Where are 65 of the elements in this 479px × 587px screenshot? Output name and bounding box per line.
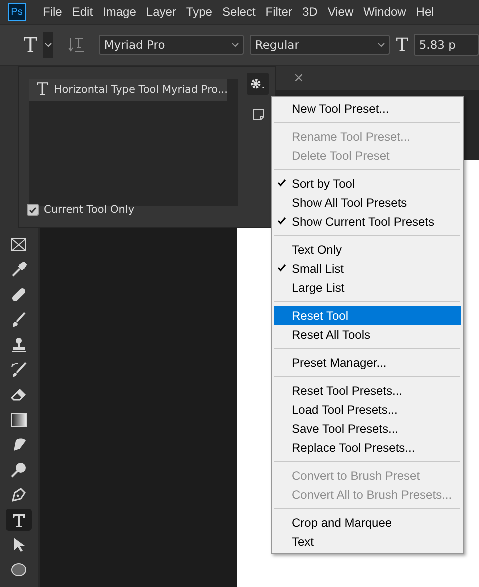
eraser-icon — [11, 388, 27, 402]
menu-item[interactable]: Type — [181, 5, 218, 19]
menu-option[interactable]: Replace Tool Presets... — [274, 438, 461, 457]
checkmark-icon — [278, 264, 286, 272]
menu-option[interactable]: Show Current Tool Presets — [274, 212, 461, 231]
menu-option[interactable]: Text Only — [274, 240, 461, 259]
menu-option[interactable]: Load Tool Presets... — [274, 400, 461, 419]
menu-item[interactable]: Image — [98, 5, 142, 19]
text-orientation-icon[interactable] — [67, 36, 86, 54]
menu-item[interactable]: Select — [217, 5, 261, 19]
current-tool-only-checkbox[interactable]: Current Tool Only — [27, 204, 135, 216]
tool-button[interactable] — [6, 509, 32, 531]
menu-option[interactable]: Save Tool Presets... — [274, 419, 461, 438]
menu-option[interactable]: Sort by Tool — [274, 174, 461, 193]
menu-item[interactable]: Layer — [141, 5, 182, 19]
menu-item[interactable]: Filter — [260, 5, 298, 19]
close-tab-button[interactable]: × — [288, 66, 310, 90]
type-tool-glyph: T — [37, 80, 48, 100]
preset-item[interactable]: T Horizontal Type Tool Myriad Pro... — [29, 79, 227, 101]
menu-option[interactable]: Small List — [274, 259, 461, 278]
chevron-icon — [232, 42, 240, 48]
dodge-icon — [11, 462, 27, 478]
menu-option[interactable]: Reset Tool — [274, 306, 461, 325]
pen-icon — [11, 487, 27, 503]
menu-option[interactable]: Reset Tool Presets... — [274, 381, 461, 400]
font-style-select[interactable]: Regular — [250, 35, 390, 55]
font-size-field[interactable]: 5.83 p — [414, 34, 479, 56]
menu-option[interactable]: New Tool Preset... — [274, 99, 461, 118]
chevron-icon — [44, 42, 52, 48]
chevron-icon — [378, 42, 386, 48]
menu-option[interactable]: Reset All Tools — [274, 325, 461, 344]
checkbox-box[interactable] — [27, 204, 39, 216]
app-logo: Ps — [8, 3, 26, 21]
menu-option[interactable]: Crop and Marquee — [274, 513, 461, 532]
menu-option[interactable]: Preset Manager... — [274, 353, 461, 372]
eyedropper-icon — [11, 262, 27, 278]
menu-option[interactable]: Text — [274, 532, 461, 551]
preset-dropdown-button[interactable] — [43, 32, 54, 58]
gradient-icon — [11, 413, 27, 427]
menu-option[interactable]: Large List — [274, 278, 461, 297]
tool-preset-picker[interactable]: T — [24, 33, 38, 57]
history-brush-icon — [11, 362, 27, 378]
menu-item[interactable]: Hel — [411, 5, 440, 19]
menu-item[interactable]: Edit — [67, 5, 98, 19]
arrow-cursor-icon — [13, 537, 25, 553]
checkmark-icon — [278, 179, 286, 187]
new-preset-icon[interactable] — [253, 109, 265, 121]
brush-icon — [11, 312, 27, 328]
menu-item[interactable]: File — [38, 5, 68, 19]
menu-item[interactable]: Window — [358, 5, 412, 19]
settings-icon — [250, 78, 266, 90]
preset-label: Horizontal Type Tool Myriad Pro... — [54, 84, 228, 96]
panel-menu-button[interactable] — [247, 73, 269, 95]
stamp-icon — [11, 337, 27, 353]
font-size-glyph: T — [396, 34, 408, 56]
checkmark-icon — [278, 217, 286, 225]
smudge-icon — [11, 437, 27, 453]
frame-icon — [11, 238, 27, 252]
menu-item[interactable]: View — [322, 5, 359, 19]
ellipse-icon — [11, 563, 27, 577]
font-family-select[interactable]: Myriad Pro — [99, 35, 244, 55]
menu-item[interactable]: 3D — [297, 5, 323, 19]
menu-option[interactable]: Show All Tool Presets — [274, 193, 461, 212]
checkmark-icon — [29, 206, 37, 214]
type-icon — [12, 512, 26, 528]
